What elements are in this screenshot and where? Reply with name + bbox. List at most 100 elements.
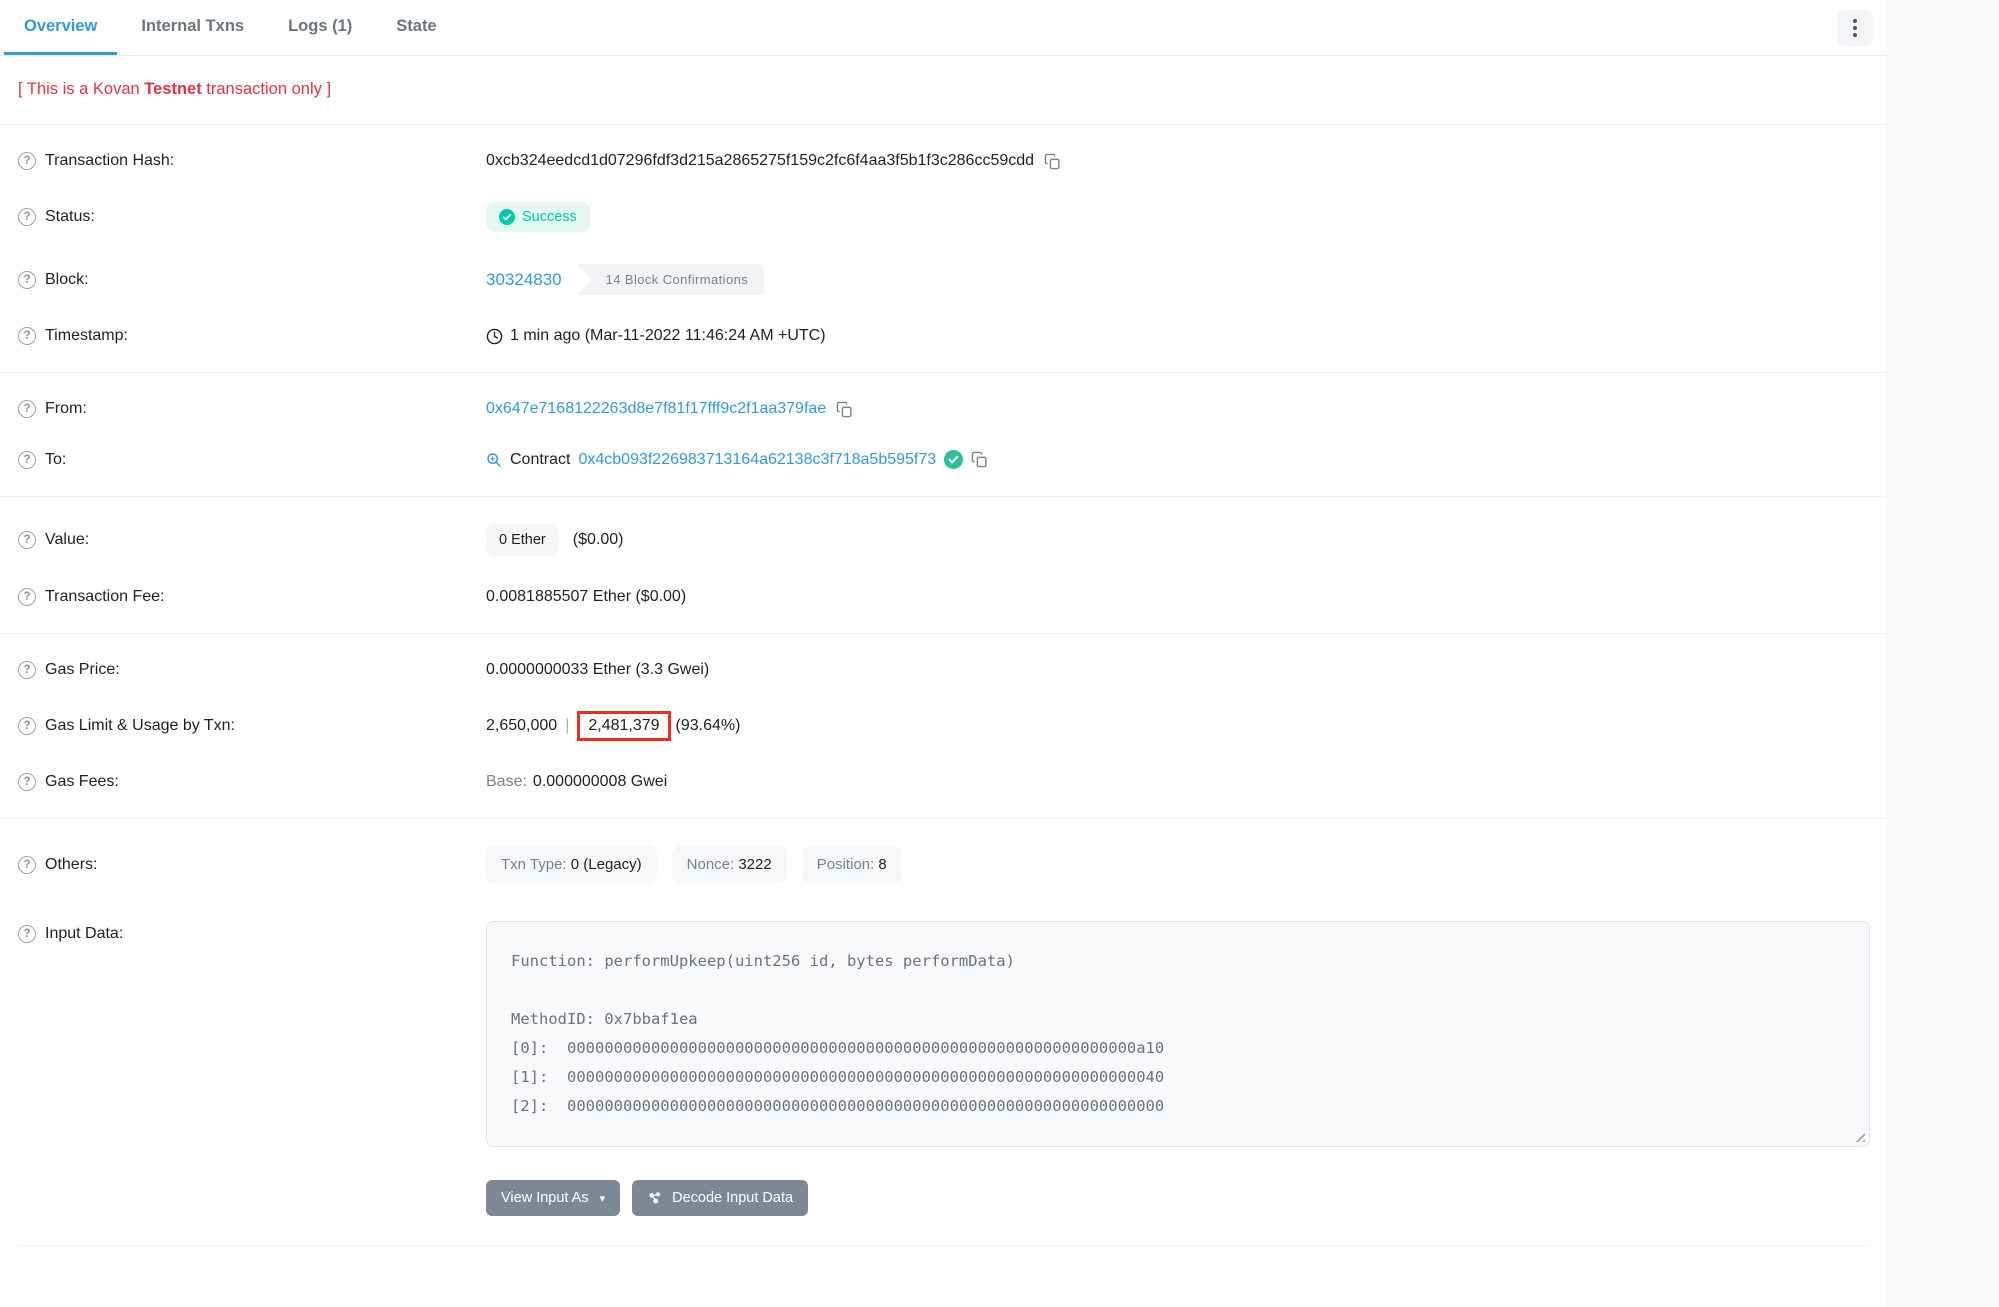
testnet-warning: [ This is a Kovan Testnet transaction on…: [0, 56, 1887, 125]
view-input-as-label: View Input As: [501, 1190, 589, 1206]
transaction-fee-label: Transaction Fee:: [45, 588, 164, 606]
gas-used-annotation-box: 2,481,379: [577, 711, 670, 741]
kebab-menu-icon: [1853, 19, 1857, 37]
nonce-label: Nonce:: [687, 856, 739, 873]
help-icon[interactable]: ?: [18, 327, 36, 345]
position-badge: Position: 8: [802, 846, 902, 883]
tab-internal-txns[interactable]: Internal Txns: [121, 0, 264, 55]
block-number-link[interactable]: 30324830: [486, 270, 562, 290]
row-input-data: ? Input Data: Function: performUpkeep(ui…: [0, 899, 1887, 1163]
gas-separator: |: [557, 717, 577, 735]
copy-hash-button[interactable]: [1044, 153, 1061, 170]
position-value: 8: [878, 856, 886, 873]
ether-value-badge: 0 Ether: [486, 524, 559, 556]
clock-icon: [486, 328, 503, 345]
nonce-badge: Nonce: 3222: [672, 846, 787, 883]
help-icon[interactable]: ?: [18, 717, 36, 735]
warning-text-prefix: [ This is a Kovan: [18, 80, 144, 98]
row-transaction-hash: ? Transaction Hash: 0xcb324eedcd1d07296f…: [0, 136, 1887, 186]
block-confirmations-badge: 14 Block Confirmations: [578, 264, 764, 295]
row-gas-fees: ? Gas Fees: Base: 0.000000008 Gwei: [0, 757, 1887, 807]
help-icon[interactable]: ?: [18, 531, 36, 549]
txn-type-badge: Txn Type: 0 (Legacy): [486, 846, 657, 883]
to-address-link[interactable]: 0x4cb093f226983713164a62138c3f718a5b595f…: [578, 451, 936, 469]
input-data-content: Function: performUpkeep(uint256 id, byte…: [511, 947, 1845, 1121]
gas-used-percent: (93.64%): [676, 717, 741, 735]
row-gas-price: ? Gas Price: 0.0000000033 Ether (3.3 Gwe…: [0, 645, 1887, 695]
help-icon[interactable]: ?: [18, 773, 36, 791]
copy-from-address-button[interactable]: [836, 401, 853, 418]
tab-logs[interactable]: Logs (1): [268, 0, 372, 55]
tab-overview[interactable]: Overview: [4, 0, 117, 55]
transaction-hash-label: Transaction Hash:: [45, 152, 174, 170]
input-data-label: Input Data:: [45, 925, 123, 943]
row-transaction-fee: ? Transaction Fee: 0.0081885507 Ether ($…: [0, 572, 1887, 622]
copy-to-address-button[interactable]: [971, 451, 988, 468]
timestamp-label: Timestamp:: [45, 327, 128, 345]
view-input-as-button[interactable]: View Input As ▾: [486, 1180, 620, 1216]
warning-text-suffix: transaction only ]: [202, 80, 331, 98]
txn-type-value: 0 (Legacy): [571, 856, 642, 873]
section-value-fee: ? Value: 0 Ether ($0.00) ? Transaction F…: [0, 496, 1887, 633]
help-icon[interactable]: ?: [18, 451, 36, 469]
gas-limit-value: 2,650,000: [486, 717, 557, 735]
section-others-input: ? Others: Txn Type: 0 (Legacy) Nonce: 32…: [0, 818, 1887, 1257]
tab-state[interactable]: State: [376, 0, 456, 55]
input-data-box[interactable]: Function: performUpkeep(uint256 id, byte…: [486, 921, 1870, 1147]
transaction-hash-value: 0xcb324eedcd1d07296fdf3d215a2865275f159c…: [486, 152, 1034, 170]
status-text: Success: [522, 209, 577, 225]
row-to: ? To: Contract 0x4cb093f226983713164a621…: [0, 434, 1887, 485]
warning-text-bold: Testnet: [144, 80, 201, 98]
block-label: Block:: [45, 271, 89, 289]
bottom-divider: [18, 1245, 1869, 1246]
decode-input-data-button[interactable]: Decode Input Data: [632, 1180, 808, 1216]
row-others: ? Others: Txn Type: 0 (Legacy) Nonce: 32…: [0, 830, 1887, 899]
position-label: Position:: [817, 856, 879, 873]
status-badge: Success: [486, 202, 590, 232]
transaction-details-card: Overview Internal Txns Logs (1) State [ …: [0, 0, 1887, 1307]
chevron-down-icon: ▾: [600, 1192, 606, 1205]
help-icon[interactable]: ?: [18, 271, 36, 289]
gas-fees-base-value: 0.000000008 Gwei: [533, 773, 667, 791]
row-block: ? Block: 30324830 14 Block Confirmations: [0, 248, 1887, 311]
decode-icon: [647, 1190, 663, 1206]
row-timestamp: ? Timestamp: 1 min ago (Mar-11-2022 11:4…: [0, 311, 1887, 361]
from-address-link[interactable]: 0x647e7168122263d8e7f81f17fff9c2f1aa379f…: [486, 400, 826, 418]
section-addresses: ? From: 0x647e7168122263d8e7f81f17fff9c2…: [0, 372, 1887, 496]
value-usd: ($0.00): [573, 531, 624, 549]
success-check-icon: [499, 209, 515, 225]
others-label: Others:: [45, 856, 97, 874]
row-status: ? Status: Success: [0, 186, 1887, 248]
txn-type-label: Txn Type:: [501, 856, 571, 873]
copy-icon: [971, 451, 988, 468]
help-icon[interactable]: ?: [18, 661, 36, 679]
section-gas: ? Gas Price: 0.0000000033 Ether (3.3 Gwe…: [0, 633, 1887, 818]
kebab-menu-button[interactable]: [1837, 10, 1873, 46]
decode-input-data-label: Decode Input Data: [672, 1190, 793, 1206]
help-icon[interactable]: ?: [18, 588, 36, 606]
status-label: Status:: [45, 208, 95, 226]
section-overview-top: ? Transaction Hash: 0xcb324eedcd1d07296f…: [0, 125, 1887, 372]
from-label: From:: [45, 400, 87, 418]
gas-price-value: 0.0000000033 Ether (3.3 Gwei): [486, 661, 709, 679]
magnifier-icon[interactable]: [486, 452, 502, 468]
copy-icon: [1044, 153, 1061, 170]
row-value: ? Value: 0 Ether ($0.00): [0, 508, 1887, 572]
value-label: Value:: [45, 531, 89, 549]
row-gas-limit-usage: ? Gas Limit & Usage by Txn: 2,650,000 | …: [0, 695, 1887, 757]
verified-check-icon: [944, 450, 963, 469]
timestamp-value: 1 min ago (Mar-11-2022 11:46:24 AM +UTC): [510, 327, 826, 345]
to-label: To:: [45, 451, 66, 469]
help-icon[interactable]: ?: [18, 400, 36, 418]
gas-fees-base-label: Base:: [486, 773, 527, 791]
nonce-value: 3222: [738, 856, 771, 873]
help-icon[interactable]: ?: [18, 208, 36, 226]
input-data-actions: View Input As ▾ Decode Input Data: [486, 1180, 1887, 1216]
resize-handle[interactable]: [1852, 1129, 1865, 1142]
gas-limit-usage-label: Gas Limit & Usage by Txn:: [45, 717, 235, 735]
copy-icon: [836, 401, 853, 418]
help-icon[interactable]: ?: [18, 856, 36, 874]
help-icon[interactable]: ?: [18, 925, 36, 943]
help-icon[interactable]: ?: [18, 152, 36, 170]
gas-fees-label: Gas Fees:: [45, 773, 119, 791]
